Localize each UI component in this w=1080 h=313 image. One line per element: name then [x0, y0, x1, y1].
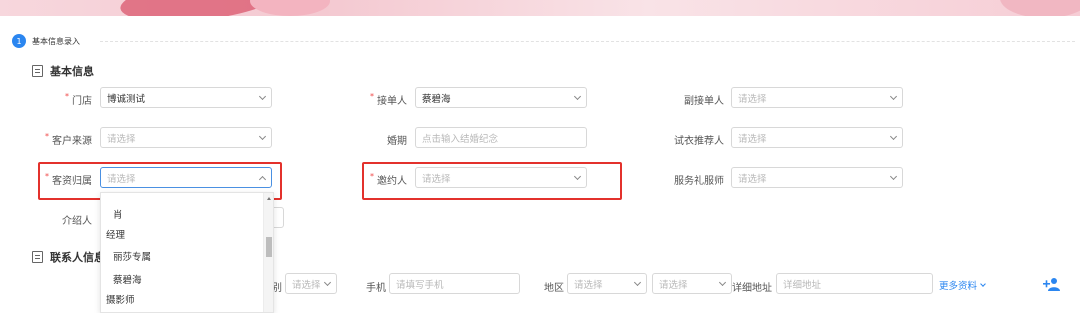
wedding-date-label: 婚期 — [387, 136, 407, 147]
dropdown-item[interactable]: 经理 — [106, 227, 125, 241]
scrollbar-thumb[interactable] — [266, 237, 272, 257]
section-title: 基本信息 — [50, 65, 94, 78]
address-input[interactable]: 详细地址 — [776, 273, 933, 294]
scroll-up-icon[interactable] — [267, 197, 271, 200]
step-number: 1 — [12, 34, 26, 48]
region-province-select[interactable]: 请选择 — [567, 273, 647, 294]
chevron-down-icon — [718, 278, 727, 286]
dress-recommender-label: 试衣推荐人 — [674, 136, 724, 147]
section-basic-info: 基本信息 — [32, 63, 94, 79]
section-contact-info: 联系人信息 — [32, 249, 105, 265]
address-label: 详细地址 — [732, 283, 772, 294]
dropdown-scrollbar[interactable] — [263, 193, 273, 312]
header-banner — [0, 0, 1080, 16]
vice-receiver-label: 副接单人 — [684, 96, 724, 107]
chevron-down-icon — [573, 92, 582, 100]
receiver-select[interactable]: 蔡碧海 — [415, 87, 587, 108]
chevron-down-icon — [323, 278, 332, 286]
dress-recommender-select[interactable]: 请选择 — [731, 127, 903, 148]
region-city-select[interactable]: 请选择 — [652, 273, 732, 294]
store-label: * 门店 — [65, 92, 92, 107]
phone-input[interactable]: 请填写手机 — [389, 273, 520, 294]
section-title: 联系人信息 — [50, 251, 105, 264]
dropdown-item[interactable]: 丽莎专属 — [113, 249, 151, 263]
chevron-down-icon — [258, 92, 267, 100]
introducer-label: 介绍人 — [62, 216, 92, 227]
chevron-down-icon — [889, 92, 898, 100]
wedding-date-input[interactable]: 点击输入结婚纪念 — [415, 127, 587, 148]
highlight-inviter — [362, 162, 622, 200]
chevron-down-icon — [980, 280, 986, 287]
chevron-down-icon — [633, 278, 642, 286]
source-select[interactable]: 请选择 — [100, 127, 272, 148]
chevron-down-icon — [889, 172, 898, 180]
source-label: * 客户来源 — [45, 132, 92, 147]
contact-card-icon — [32, 251, 43, 263]
dropdown-item[interactable]: 肖 — [113, 207, 123, 221]
chevron-down-icon — [889, 132, 898, 140]
stylist-select[interactable]: 请选择 — [731, 167, 903, 188]
document-icon — [32, 65, 43, 77]
dropdown-item[interactable]: 摄影师 — [106, 292, 135, 306]
owner-dropdown: 肖 经理 丽莎专属 蔡碧海 摄影师 — [100, 192, 274, 313]
region-label: 地区 — [544, 283, 564, 294]
dropdown-item[interactable]: 蔡碧海 — [113, 272, 142, 286]
step-header: 1 基本信息录入 — [12, 34, 80, 48]
phone-label: 手机 — [366, 283, 386, 294]
more-info-link[interactable]: 更多资料 — [939, 278, 986, 292]
gender-select[interactable]: 请选择 — [285, 273, 337, 294]
stylist-label: 服务礼服师 — [674, 176, 724, 187]
vice-receiver-select[interactable]: 请选择 — [731, 87, 903, 108]
chevron-down-icon — [258, 132, 267, 140]
add-user-icon[interactable] — [1043, 277, 1061, 291]
step-divider — [100, 41, 1075, 42]
store-select[interactable]: 博诚测试 — [100, 87, 272, 108]
receiver-label: * 接单人 — [370, 92, 407, 107]
step-title: 基本信息录入 — [32, 36, 80, 46]
